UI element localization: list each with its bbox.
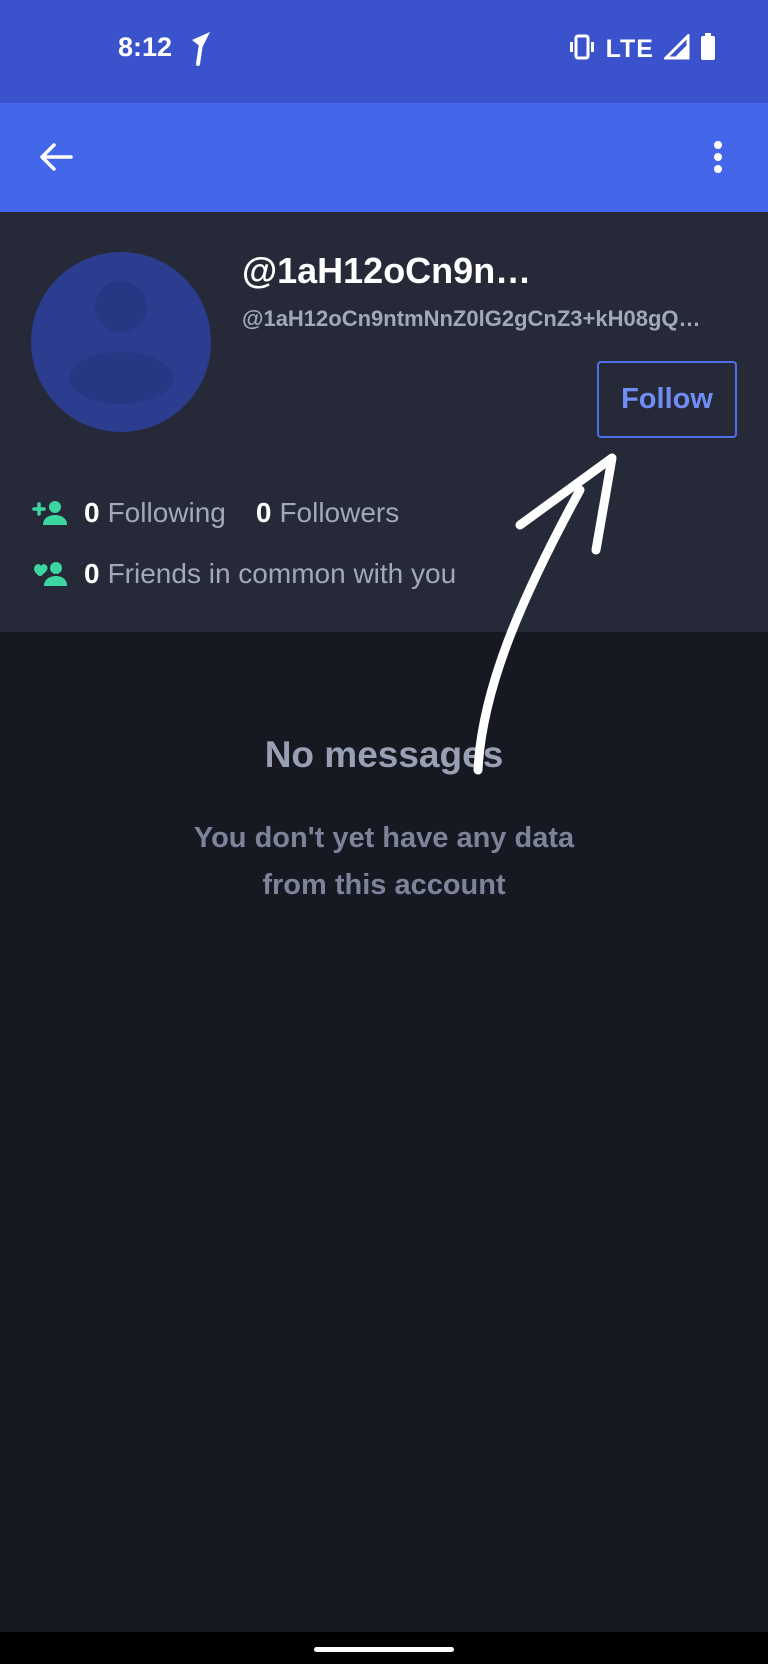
follow-button[interactable]: Follow xyxy=(597,361,737,438)
profile-card: @1aH12oCn9n… @1aH12oCn9ntmNnZ0lG2gCnZ3+k… xyxy=(0,212,768,632)
friends-in-common: 0 Friends in common with you xyxy=(32,554,456,594)
app-bar xyxy=(0,103,768,212)
system-nav-bar xyxy=(0,1632,768,1664)
empty-state-line-1: You don't yet have any data xyxy=(193,822,575,854)
arrow-left-icon xyxy=(40,143,73,171)
friends-label: Friends in common with you xyxy=(107,558,457,589)
signal-icon xyxy=(662,31,690,65)
empty-state-title: No messages xyxy=(264,734,504,775)
friends-heart-icon xyxy=(32,560,68,588)
empty-state-line-2: from this account xyxy=(262,869,506,901)
status-bar: 8:12 LTE xyxy=(0,0,768,103)
person-placeholder-icon xyxy=(69,281,173,404)
network-label: LTE xyxy=(605,34,654,63)
navigation-icon xyxy=(188,30,214,71)
followers-count[interactable]: 0 xyxy=(256,497,272,529)
display-name: @1aH12oCn9n… xyxy=(242,250,532,291)
back-button[interactable] xyxy=(30,131,82,183)
friends-count: 0 xyxy=(84,558,100,589)
follow-stats: 0 Following 0 Followers xyxy=(32,493,399,533)
followers-label[interactable]: Followers xyxy=(279,497,399,529)
battery-icon xyxy=(700,32,716,66)
following-count[interactable]: 0 xyxy=(84,497,100,529)
vibrate-icon xyxy=(568,34,596,65)
avatar[interactable] xyxy=(31,252,211,432)
status-icons: LTE xyxy=(568,30,716,68)
user-handle: @1aH12oCn9ntmNnZ0lG2gCnZ3+kH08gQ… xyxy=(242,306,701,331)
home-gesture-handle[interactable] xyxy=(314,1647,454,1652)
following-label[interactable]: Following xyxy=(108,497,226,529)
person-add-icon xyxy=(32,499,68,527)
status-time: 8:12 xyxy=(118,32,173,62)
empty-state-message: You don't yet have any data from this ac… xyxy=(0,815,768,909)
more-vertical-icon xyxy=(714,141,722,173)
more-options-button[interactable] xyxy=(692,131,744,183)
